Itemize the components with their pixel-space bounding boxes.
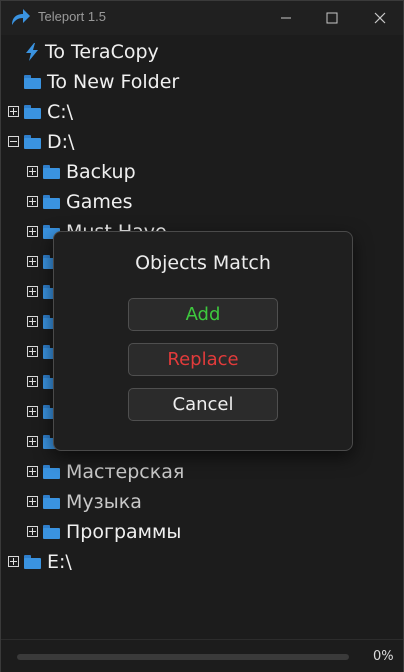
expand-toggle-hidden[interactable] [27, 346, 38, 357]
expand-toggle-hidden[interactable] [27, 286, 38, 297]
replace-button[interactable]: Replace [128, 343, 278, 376]
add-button[interactable]: Add [128, 298, 278, 331]
minimize-button[interactable] [263, 1, 309, 35]
expand-toggle-hidden[interactable] [27, 376, 38, 387]
expand-toggle-hidden[interactable] [27, 436, 38, 447]
tree-item-label: D:\ [47, 131, 75, 153]
tree-item-drive-e[interactable]: E:\ [24, 547, 72, 577]
window-title: Teleport 1.5 [38, 9, 106, 24]
folder-icon [24, 555, 41, 569]
tree-item-label: Games [66, 191, 133, 213]
cancel-button[interactable]: Cancel [128, 388, 278, 421]
folder-icon [43, 525, 60, 539]
tree-item-label: To TeraCopy [45, 41, 159, 63]
folder-icon [43, 495, 60, 509]
tree-item-masterskaya[interactable]: Мастерская [43, 457, 184, 487]
folder-icon [43, 165, 60, 179]
tree-item-drive-c[interactable]: C:\ [24, 97, 73, 127]
dialog-title: Objects Match [135, 252, 271, 274]
tree-item-drive-d[interactable]: D:\ [24, 127, 74, 157]
close-button[interactable] [357, 1, 403, 35]
tree-item-programmy[interactable]: Программы [43, 517, 181, 547]
title-bar[interactable]: Teleport 1.5 [1, 1, 403, 35]
status-bar: 0% [1, 639, 403, 672]
tree-item-label: C:\ [47, 101, 74, 123]
expand-toggle-masterskaya[interactable] [27, 466, 38, 477]
expand-toggle-programmy[interactable] [27, 526, 38, 537]
progress-bar [17, 654, 349, 660]
tree-item-games[interactable]: Games [43, 187, 132, 217]
expand-toggle-must-have[interactable] [27, 226, 38, 237]
expand-toggle-hidden[interactable] [27, 406, 38, 417]
expand-toggle-hidden[interactable] [27, 256, 38, 267]
tree-item-label: Backup [66, 161, 136, 183]
tree-item-label: Программы [66, 521, 182, 543]
tree-item-backup[interactable]: Backup [43, 157, 136, 187]
expand-toggle-games[interactable] [27, 196, 38, 207]
tree-item-label: To New Folder [47, 71, 180, 93]
app-window: Teleport 1.5 To TeraCopy To New Folder C… [0, 0, 404, 672]
progress-percent: 0% [373, 649, 394, 664]
maximize-icon [326, 12, 338, 24]
maximize-button[interactable] [309, 1, 355, 35]
folder-icon [24, 105, 41, 119]
tree-item-to-teracopy[interactable]: To TeraCopy [25, 37, 159, 67]
expand-toggle-muzyka[interactable] [27, 496, 38, 507]
expand-toggle-backup[interactable] [27, 166, 38, 177]
tree-item-label: Мастерская [66, 461, 185, 483]
minimize-icon [281, 17, 291, 19]
objects-match-dialog: Objects Match Add Replace Cancel [53, 231, 353, 451]
expand-toggle-c[interactable] [8, 106, 19, 117]
folder-icon [43, 465, 60, 479]
tree-item-label: Музыка [66, 491, 142, 513]
expand-toggle-hidden[interactable] [27, 316, 38, 327]
folder-icon [24, 135, 41, 149]
tree-item-to-new-folder[interactable]: To New Folder [24, 67, 179, 97]
expand-toggle-e[interactable] [8, 556, 19, 567]
share-arrow-icon [12, 9, 30, 25]
collapse-toggle-d[interactable] [8, 136, 19, 147]
folder-icon [43, 195, 60, 209]
tree-item-label: E:\ [47, 551, 72, 573]
bolt-icon [26, 43, 38, 61]
tree-item-muzyka[interactable]: Музыка [43, 487, 142, 517]
close-icon [374, 12, 386, 24]
folder-icon [24, 75, 41, 89]
